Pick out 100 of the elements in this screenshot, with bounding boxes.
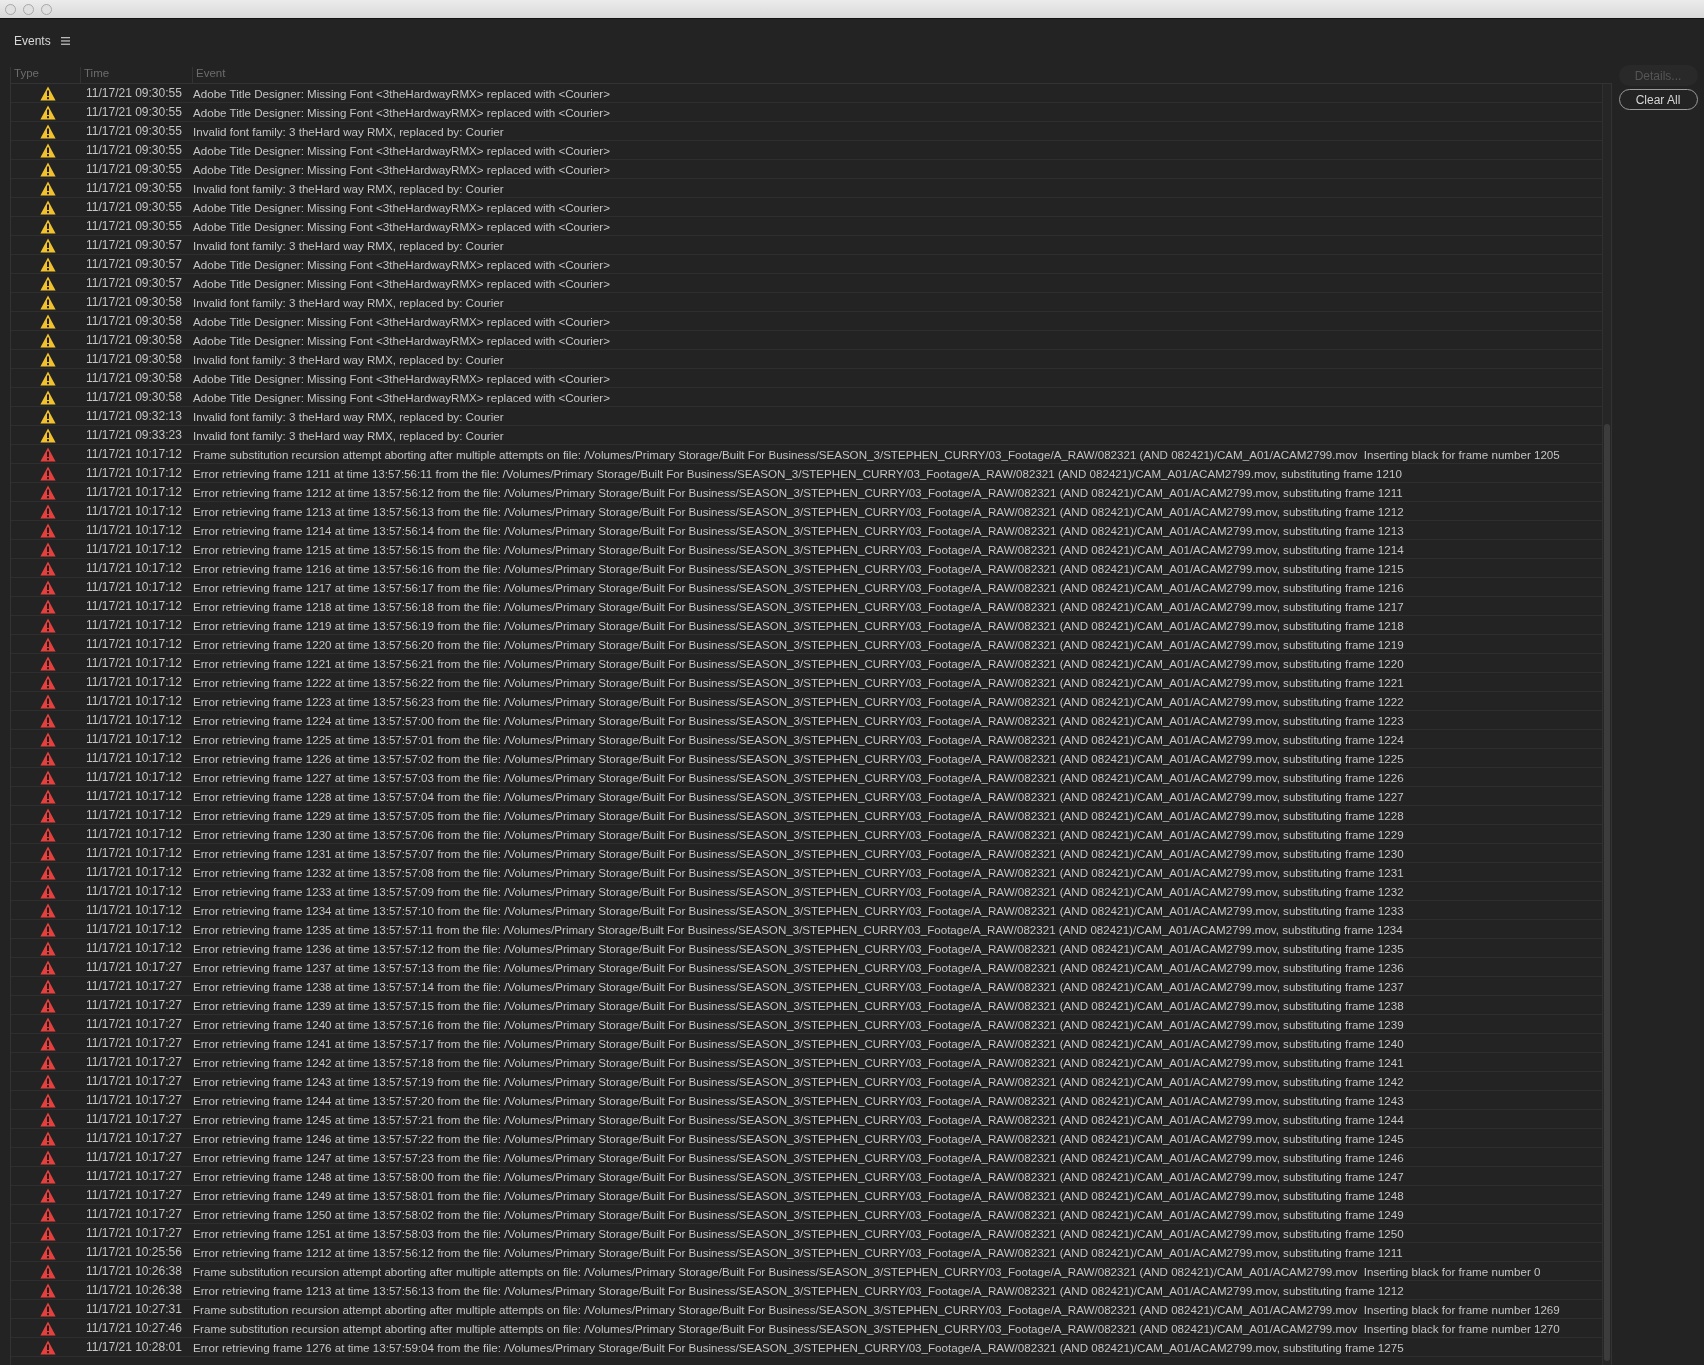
event-cell: Error retrieving frame 1246 at time 13:57:57:22 from the file: /Volumes/Primary Storage/Built For Business/SEASON_3/STEPHEN_CURRY/03_Footage/A_RAW/082321 (AND 082421)/CAM_A01/ACAM2799.mov, substituting frame 1245 xyxy=(193,1131,1404,1145)
event-cell: Error retrieving frame 1212 at time 13:57:56:12 from the file: /Volumes/Primary Storage/Built For Business/SEASON_3/STEPHEN_CURRY/03_Footage/A_RAW/082321 (AND 082421)/CAM_A01/ACAM2799.mov, substituting frame 1211 xyxy=(193,1245,1403,1259)
time-cell-text: 11/17/21 09:30:58 xyxy=(85,314,183,328)
event-cell: Error retrieving frame 1225 at time 13:57:57:01 from the file: /Volumes/Primary Storage/Built For Business/SEASON_3/STEPHEN_CURRY/03_Footage/A_RAW/082321 (AND 082421)/CAM_A01/ACAM2799.mov, substituting frame 1224 xyxy=(193,732,1404,746)
time-cell-text: 11/17/21 09:30:55 xyxy=(85,200,183,214)
time-cell-text: 11/17/21 10:17:27 xyxy=(85,1093,183,1107)
event-cell: Error retrieving frame 1232 at time 13:57:57:08 from the file: /Volumes/Primary Storage/Built For Business/SEASON_3/STEPHEN_CURRY/03_Footage/A_RAW/082321 (AND 082421)/CAM_A01/ACAM2799.mov, substituting frame 1231 xyxy=(193,865,1404,879)
event-cell: Error retrieving frame 1230 at time 13:57:57:06 from the file: /Volumes/Primary Storage/Built For Business/SEASON_3/STEPHEN_CURRY/03_Footage/A_RAW/082321 (AND 082421)/CAM_A01/ACAM2799.mov, substituting frame 1229 xyxy=(193,827,1404,841)
time-cell-text: 11/17/21 10:17:27 xyxy=(85,1036,183,1050)
menu-icon[interactable] xyxy=(60,36,70,45)
close-button[interactable] xyxy=(5,3,16,15)
event-cell: Error retrieving frame 1240 at time 13:57:57:16 from the file: /Volumes/Primary Storage/Built For Business/SEASON_3/STEPHEN_CURRY/03_Footage/A_RAW/082321 (AND 082421)/CAM_A01/ACAM2799.mov, substituting frame 1239 xyxy=(193,1017,1404,1031)
event-cell: Error retrieving frame 1237 at time 13:57:57:13 from the file: /Volumes/Primary Storage/Built For Business/SEASON_3/STEPHEN_CURRY/03_Footage/A_RAW/082321 (AND 082421)/CAM_A01/ACAM2799.mov, substituting frame 1236 xyxy=(193,960,1404,974)
event-cell: Error retrieving frame 1213 at time 13:57:56:13 from the file: /Volumes/Primary Storage/Built For Business/SEASON_3/STEPHEN_CURRY/03_Footage/A_RAW/082321 (AND 082421)/CAM_A01/ACAM2799.mov, substituting frame 1212 xyxy=(193,504,1404,518)
event-cell: Error retrieving frame 1249 at time 13:57:58:01 from the file: /Volumes/Primary Storage/Built For Business/SEASON_3/STEPHEN_CURRY/03_Footage/A_RAW/082321 (AND 082421)/CAM_A01/ACAM2799.mov, substituting frame 1248 xyxy=(193,1188,1404,1202)
event-cell: Error retrieving frame 1223 at time 13:57:56:23 from the file: /Volumes/Primary Storage/Built For Business/SEASON_3/STEPHEN_CURRY/03_Footage/A_RAW/082321 (AND 082421)/CAM_A01/ACAM2799.mov, substituting frame 1222 xyxy=(193,694,1404,708)
event-cell: Error retrieving frame 1247 at time 13:57:57:23 from the file: /Volumes/Primary Storage/Built For Business/SEASON_3/STEPHEN_CURRY/03_Footage/A_RAW/082321 (AND 082421)/CAM_A01/ACAM2799.mov, substituting frame 1246 xyxy=(193,1150,1404,1164)
time-cell-text: 11/17/21 09:30:55 xyxy=(85,105,183,119)
time-cell-text: 11/17/21 10:17:27 xyxy=(85,1207,183,1221)
event-cell: Error retrieving frame 1235 at time 13:57:57:11 from the file: /Volumes/Primary Storage/Built For Business/SEASON_3/STEPHEN_CURRY/03_Footage/A_RAW/082321 (AND 082421)/CAM_A01/ACAM2799.mov, substituting frame 1234 xyxy=(193,922,1403,936)
time-cell-text: 11/17/21 10:17:12 xyxy=(85,542,183,556)
event-cell: Error retrieving frame 1211 at time 13:57:56:11 from the file: /Volumes/Primary Storage/Built For Business/SEASON_3/STEPHEN_CURRY/03_Footage/A_RAW/082321 (AND 082421)/CAM_A01/ACAM2799.mov, substituting frame 1210 xyxy=(193,466,1402,480)
event-cell: Adobe Title Designer: Missing Font <3theHardwayRMX> replaced with <Courier> xyxy=(193,314,610,328)
event-cell: Invalid font family: 3 theHard way RMX, replaced by: Courier xyxy=(193,295,504,309)
time-cell-text: 11/17/21 10:17:12 xyxy=(85,656,183,670)
time-cell-text: 11/17/21 10:17:27 xyxy=(85,1188,183,1202)
time-cell-text: 11/17/21 09:30:55 xyxy=(85,219,183,233)
time-cell-text: 11/17/21 10:17:12 xyxy=(85,466,183,480)
event-cell: Error retrieving frame 1241 at time 13:57:57:17 from the file: /Volumes/Primary Storage/Built For Business/SEASON_3/STEPHEN_CURRY/03_Footage/A_RAW/082321 (AND 082421)/CAM_A01/ACAM2799.mov, substituting frame 1240 xyxy=(193,1036,1404,1050)
time-cell-text: 11/17/21 09:30:57 xyxy=(85,238,183,252)
time-cell-text: 11/17/21 10:17:12 xyxy=(85,504,183,518)
time-cell-text: 11/17/21 09:30:58 xyxy=(85,390,183,404)
scrollbar[interactable] xyxy=(1602,84,1611,1365)
event-cell: Error retrieving frame 1214 at time 13:57:56:14 from the file: /Volumes/Primary Storage/Built For Business/SEASON_3/STEPHEN_CURRY/03_Footage/A_RAW/082321 (AND 082421)/CAM_A01/ACAM2799.mov, substituting frame 1213 xyxy=(193,523,1404,537)
zoom-button[interactable] xyxy=(41,3,52,15)
time-cell-text: 11/17/21 10:26:38 xyxy=(85,1264,183,1278)
event-cell: Frame substitution recursion attempt aborting after multiple attempts on file: /Volumes/Primary Storage/Built For Business/SEASON_3/STEPHEN_CURRY/03_Footage/A_RAW/082321 (AND 082421)/CAM_A01/ACAM2799.mov Inserting black for frame number 1269 xyxy=(193,1302,1560,1316)
event-cell: Adobe Title Designer: Missing Font <3theHardwayRMX> replaced with <Courier> xyxy=(193,200,610,214)
time-cell-text: 11/17/21 10:17:12 xyxy=(85,694,183,708)
time-cell-text: 11/17/21 10:17:27 xyxy=(85,1169,183,1183)
event-cell: Error retrieving frame 1219 at time 13:57:56:19 from the file: /Volumes/Primary Storage/Built For Business/SEASON_3/STEPHEN_CURRY/03_Footage/A_RAW/082321 (AND 082421)/CAM_A01/ACAM2799.mov, substituting frame 1218 xyxy=(193,618,1404,632)
event-cell: Adobe Title Designer: Missing Font <3theHardwayRMX> replaced with <Courier> xyxy=(193,143,610,157)
column-header[interactable]: Type xyxy=(10,67,80,83)
event-cell: Invalid font family: 3 theHard way RMX, replaced by: Courier xyxy=(193,181,504,195)
event-cell: Adobe Title Designer: Missing Font <3theHardwayRMX> replaced with <Courier> xyxy=(193,86,610,100)
time-cell-text: 11/17/21 09:30:57 xyxy=(85,276,183,290)
time-cell-text: 11/17/21 10:17:12 xyxy=(85,447,183,461)
time-cell-text: 11/17/21 10:17:12 xyxy=(85,751,183,765)
event-cell: Error retrieving frame 1239 at time 13:57:57:15 from the file: /Volumes/Primary Storage/Built For Business/SEASON_3/STEPHEN_CURRY/03_Footage/A_RAW/082321 (AND 082421)/CAM_A01/ACAM2799.mov, substituting frame 1238 xyxy=(193,998,1404,1012)
time-cell-text: 11/17/21 10:17:27 xyxy=(85,960,183,974)
time-cell-text: 11/17/21 09:30:57 xyxy=(85,257,183,271)
column-header[interactable]: Event xyxy=(192,67,226,83)
event-cell: Error retrieving frame 1224 at time 13:57:57:00 from the file: /Volumes/Primary Storage/Built For Business/SEASON_3/STEPHEN_CURRY/03_Footage/A_RAW/082321 (AND 082421)/CAM_A01/ACAM2799.mov, substituting frame 1223 xyxy=(193,713,1404,727)
event-cell: Adobe Title Designer: Missing Font <3theHardwayRMX> replaced with <Courier> xyxy=(193,105,610,119)
time-cell-text: 11/17/21 10:27:31 xyxy=(85,1302,183,1316)
event-cell: Error retrieving frame 1218 at time 13:57:56:18 from the file: /Volumes/Primary Storage/Built For Business/SEASON_3/STEPHEN_CURRY/03_Footage/A_RAW/082321 (AND 082421)/CAM_A01/ACAM2799.mov, substituting frame 1217 xyxy=(193,599,1404,613)
event-cell: Error retrieving frame 1242 at time 13:57:57:18 from the file: /Volumes/Primary Storage/Built For Business/SEASON_3/STEPHEN_CURRY/03_Footage/A_RAW/082321 (AND 082421)/CAM_A01/ACAM2799.mov, substituting frame 1241 xyxy=(193,1055,1404,1069)
time-cell-text: 11/17/21 09:30:55 xyxy=(85,124,183,138)
time-cell-text: 11/17/21 10:17:12 xyxy=(85,599,183,613)
event-cell: Error retrieving frame 1244 at time 13:57:57:20 from the file: /Volumes/Primary Storage/Built For Business/SEASON_3/STEPHEN_CURRY/03_Footage/A_RAW/082321 (AND 082421)/CAM_A01/ACAM2799.mov, substituting frame 1243 xyxy=(193,1093,1404,1107)
panel-title: Events xyxy=(14,33,51,48)
time-cell-text: 11/17/21 10:17:12 xyxy=(85,789,183,803)
time-cell-text: 11/17/21 10:17:27 xyxy=(85,1226,183,1240)
event-cell: Error retrieving frame 1215 at time 13:57:56:15 from the file: /Volumes/Primary Storage/Built For Business/SEASON_3/STEPHEN_CURRY/03_Footage/A_RAW/082321 (AND 082421)/CAM_A01/ACAM2799.mov, substituting frame 1214 xyxy=(193,542,1404,556)
event-cell: Error retrieving frame 1276 at time 13:57:59:04 from the file: /Volumes/Primary Storage/Built For Business/SEASON_3/STEPHEN_CURRY/03_Footage/A_RAW/082321 (AND 082421)/CAM_A01/ACAM2799.mov, substituting frame 1275 xyxy=(193,1340,1404,1354)
event-cell: Error retrieving frame 1251 at time 13:57:58:03 from the file: /Volumes/Primary Storage/Built For Business/SEASON_3/STEPHEN_CURRY/03_Footage/A_RAW/082321 (AND 082421)/CAM_A01/ACAM2799.mov, substituting frame 1250 xyxy=(193,1226,1404,1240)
event-cell: Error retrieving frame 1213 at time 13:57:56:13 from the file: /Volumes/Primary Storage/Built For Business/SEASON_3/STEPHEN_CURRY/03_Footage/A_RAW/082321 (AND 082421)/CAM_A01/ACAM2799.mov, substituting frame 1212 xyxy=(193,1283,1404,1297)
event-cell: Error retrieving frame 1228 at time 13:57:57:04 from the file: /Volumes/Primary Storage/Built For Business/SEASON_3/STEPHEN_CURRY/03_Footage/A_RAW/082321 (AND 082421)/CAM_A01/ACAM2799.mov, substituting frame 1227 xyxy=(193,789,1404,803)
event-cell: Error retrieving frame 1229 at time 13:57:57:05 from the file: /Volumes/Primary Storage/Built For Business/SEASON_3/STEPHEN_CURRY/03_Footage/A_RAW/082321 (AND 082421)/CAM_A01/ACAM2799.mov, substituting frame 1228 xyxy=(193,808,1404,822)
time-cell-text: 11/17/21 10:17:12 xyxy=(85,675,183,689)
time-cell-text: 11/17/21 10:17:12 xyxy=(85,884,183,898)
time-cell-text: 11/17/21 10:17:12 xyxy=(85,827,183,841)
event-cell: Invalid font family: 3 theHard way RMX, replaced by: Courier xyxy=(193,238,504,252)
minimize-button[interactable] xyxy=(23,3,34,15)
time-cell-text: 11/17/21 10:25:56 xyxy=(85,1245,183,1259)
column-header[interactable]: Time xyxy=(80,67,192,83)
event-cell: Error retrieving frame 1248 at time 13:57:58:00 from the file: /Volumes/Primary Storage/Built For Business/SEASON_3/STEPHEN_CURRY/03_Footage/A_RAW/082321 (AND 082421)/CAM_A01/ACAM2799.mov, substituting frame 1247 xyxy=(193,1169,1404,1183)
time-cell-text: 11/17/21 10:17:27 xyxy=(85,998,183,1012)
time-cell-text: 11/17/21 09:30:55 xyxy=(85,143,183,157)
event-cell: Adobe Title Designer: Missing Font <3theHardwayRMX> replaced with <Courier> xyxy=(193,276,610,290)
event-cell: Error retrieving frame 1231 at time 13:57:57:07 from the file: /Volumes/Primary Storage/Built For Business/SEASON_3/STEPHEN_CURRY/03_Footage/A_RAW/082321 (AND 082421)/CAM_A01/ACAM2799.mov, substituting frame 1230 xyxy=(193,846,1404,860)
event-cell: Invalid font family: 3 theHard way RMX, replaced by: Courier xyxy=(193,428,504,442)
time-cell-text: 11/17/21 10:17:27 xyxy=(85,1055,183,1069)
time-cell-text: 11/17/21 10:17:27 xyxy=(85,1074,183,1088)
event-cell: Error retrieving frame 1226 at time 13:57:57:02 from the file: /Volumes/Primary Storage/Built For Business/SEASON_3/STEPHEN_CURRY/03_Footage/A_RAW/082321 (AND 082421)/CAM_A01/ACAM2799.mov, substituting frame 1225 xyxy=(193,751,1404,765)
time-cell-text: 11/17/21 10:17:12 xyxy=(85,922,183,936)
event-cell: Invalid font family: 3 theHard way RMX, replaced by: Courier xyxy=(193,352,504,366)
event-cell: Adobe Title Designer: Missing Font <3theHardwayRMX> replaced with <Courier> xyxy=(193,219,610,233)
time-cell-text: 11/17/21 10:17:27 xyxy=(85,1131,183,1145)
event-cell: Error retrieving frame 1243 at time 13:57:57:19 from the file: /Volumes/Primary Storage/Built For Business/SEASON_3/STEPHEN_CURRY/03_Footage/A_RAW/082321 (AND 082421)/CAM_A01/ACAM2799.mov, substituting frame 1242 xyxy=(193,1074,1404,1088)
time-cell-text: 11/17/21 10:28:01 xyxy=(85,1340,183,1354)
time-cell-text: 11/17/21 10:17:12 xyxy=(85,732,183,746)
time-cell-text: 11/17/21 10:17:12 xyxy=(85,523,183,537)
event-cell: Error retrieving frame 1220 at time 13:57:56:20 from the file: /Volumes/Primary Storage/Built For Business/SEASON_3/STEPHEN_CURRY/03_Footage/A_RAW/082321 (AND 082421)/CAM_A01/ACAM2799.mov, substituting frame 1219 xyxy=(193,637,1404,651)
time-cell-text: 11/17/21 09:30:55 xyxy=(85,86,183,100)
event-cell: Error retrieving frame 1238 at time 13:57:57:14 from the file: /Volumes/Primary Storage/Built For Business/SEASON_3/STEPHEN_CURRY/03_Footage/A_RAW/082321 (AND 082421)/CAM_A01/ACAM2799.mov, substituting frame 1237 xyxy=(193,979,1404,993)
time-cell-text: 11/17/21 10:27:46 xyxy=(85,1321,183,1335)
event-cell: Error retrieving frame 1250 at time 13:57:58:02 from the file: /Volumes/Primary Storage/Built For Business/SEASON_3/STEPHEN_CURRY/03_Footage/A_RAW/082321 (AND 082421)/CAM_A01/ACAM2799.mov, substituting frame 1249 xyxy=(193,1207,1404,1221)
event-cell: Error retrieving frame 1221 at time 13:57:56:21 from the file: /Volumes/Primary Storage/Built For Business/SEASON_3/STEPHEN_CURRY/03_Footage/A_RAW/082321 (AND 082421)/CAM_A01/ACAM2799.mov, substituting frame 1220 xyxy=(193,656,1404,670)
time-cell-text: 11/17/21 10:17:27 xyxy=(85,1017,183,1031)
